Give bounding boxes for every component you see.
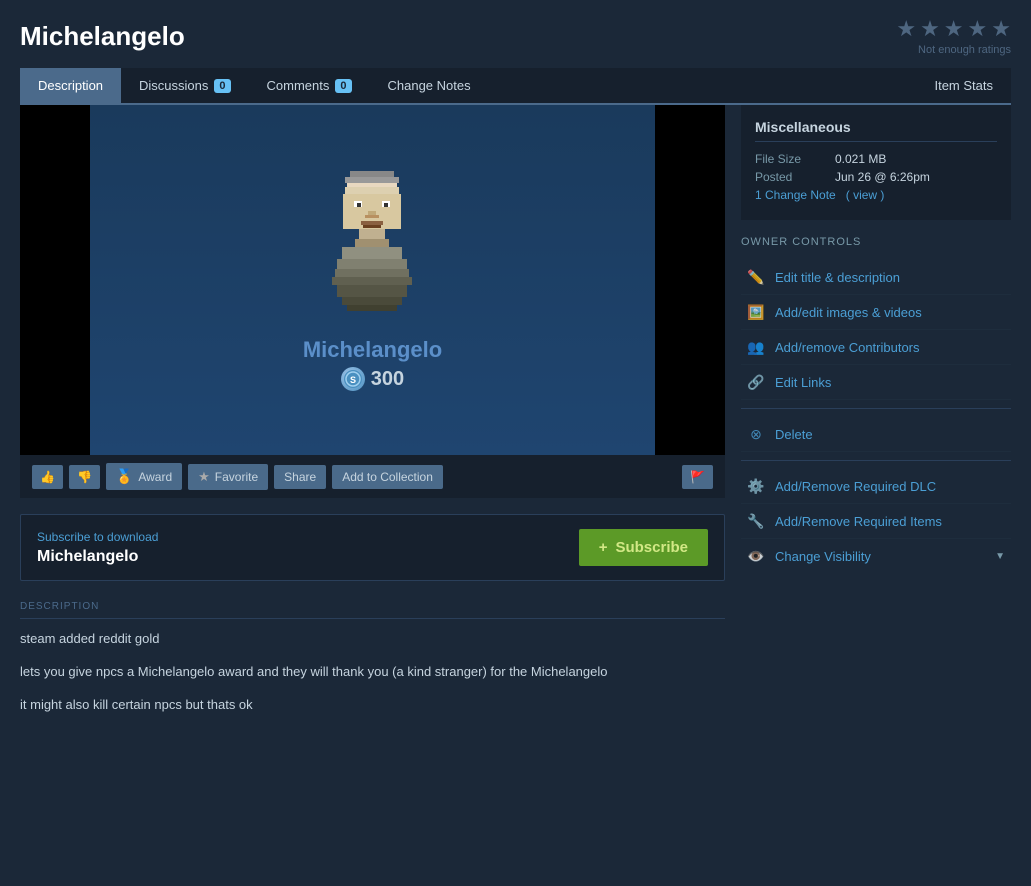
- discussions-badge: 0: [214, 79, 230, 93]
- change-note-row: 1 Change Note ( view ): [755, 188, 997, 202]
- owner-controls-title: OWNER CONTROLS: [741, 236, 1011, 248]
- description-para-1: steam added reddit gold: [20, 629, 725, 650]
- star-rating: ★ ★ ★ ★ ★ Not enough ratings: [896, 16, 1011, 56]
- svg-text:S: S: [350, 375, 356, 385]
- thumbs-up-icon: 👍: [40, 470, 55, 484]
- thumbs-down-button[interactable]: 👎: [69, 465, 100, 489]
- star-2: ★: [920, 16, 940, 42]
- star-5: ★: [991, 16, 1011, 42]
- tab-bar: Description Discussions 0 Comments 0 Cha…: [20, 68, 1011, 105]
- tab-discussions[interactable]: Discussions 0: [121, 68, 248, 103]
- contributors-button[interactable]: 👥 Add/remove Contributors: [741, 330, 1011, 365]
- tab-change-notes[interactable]: Change Notes: [370, 68, 489, 103]
- file-size-label: File Size: [755, 152, 825, 166]
- required-items-icon: 🔧: [747, 512, 765, 530]
- award-button[interactable]: 🏅 Award: [106, 463, 182, 490]
- posted-row: Posted Jun 26 @ 6:26pm: [755, 170, 997, 184]
- preview-caption: Michelangelo: [303, 337, 442, 363]
- description-section: DESCRIPTION steam added reddit gold lets…: [20, 601, 725, 743]
- page-wrapper: Michelangelo ★ ★ ★ ★ ★ Not enough rating…: [0, 0, 1031, 759]
- award-icon: 🏅: [116, 468, 133, 485]
- comments-badge: 0: [335, 79, 351, 93]
- section-divider-2: [741, 460, 1011, 461]
- description-para-2: lets you give npcs a Michelangelo award …: [20, 662, 725, 683]
- subscribe-name: Michelangelo: [37, 548, 158, 566]
- subscribe-info: Subscribe to download Michelangelo: [37, 530, 158, 566]
- delete-button[interactable]: ⊗ Delete: [741, 417, 1011, 452]
- add-to-collection-button[interactable]: Add to Collection: [332, 465, 443, 489]
- visibility-icon: 👁️: [747, 547, 765, 565]
- chevron-down-icon: ▼: [995, 551, 1005, 562]
- misc-panel: Miscellaneous File Size 0.021 MB Posted …: [741, 105, 1011, 220]
- thumbs-up-button[interactable]: 👍: [32, 465, 63, 489]
- images-icon: 🖼️: [747, 303, 765, 321]
- black-side-right: [655, 105, 725, 455]
- subscribe-button[interactable]: + Subscribe: [579, 529, 708, 566]
- page-header: Michelangelo ★ ★ ★ ★ ★ Not enough rating…: [20, 16, 1011, 56]
- preview-container: Michelangelo S 300: [20, 105, 725, 498]
- links-icon: 🔗: [747, 373, 765, 391]
- misc-title: Miscellaneous: [755, 119, 997, 142]
- add-images-button[interactable]: 🖼️ Add/edit images & videos: [741, 295, 1011, 330]
- share-button[interactable]: Share: [274, 465, 326, 489]
- tab-item-stats[interactable]: Item Stats: [916, 68, 1011, 103]
- star-1: ★: [896, 16, 916, 42]
- favorite-button[interactable]: ★ Favorite: [188, 464, 268, 490]
- subscribe-area: Subscribe to download Michelangelo + Sub…: [20, 514, 725, 581]
- section-divider-1: [741, 408, 1011, 409]
- description-label: DESCRIPTION: [20, 601, 725, 619]
- edit-title-button[interactable]: ✏️ Edit title & description: [741, 260, 1011, 295]
- left-column: Michelangelo S 300: [20, 105, 725, 743]
- file-size-row: File Size 0.021 MB: [755, 152, 997, 166]
- posted-value: Jun 26 @ 6:26pm: [835, 170, 930, 184]
- points-value: 300: [371, 368, 404, 391]
- action-bar: 👍 👎 🏅 Award ★ Favorite Share: [20, 455, 725, 498]
- change-note-view-link[interactable]: ( view ): [846, 188, 885, 202]
- bust-svg: [317, 169, 427, 329]
- description-para-3: it might also kill certain npcs but that…: [20, 695, 725, 716]
- content-area: Michelangelo S 300: [20, 105, 1011, 743]
- flag-icon: 🚩: [690, 470, 705, 484]
- star-3: ★: [944, 16, 964, 42]
- thumbs-down-icon: 👎: [77, 470, 92, 484]
- star-4: ★: [968, 16, 988, 42]
- required-items-button[interactable]: 🔧 Add/Remove Required Items: [741, 504, 1011, 539]
- required-dlc-button[interactable]: ⚙️ Add/Remove Required DLC: [741, 469, 1011, 504]
- preview-mid: Michelangelo S 300: [90, 105, 655, 455]
- preview-content: Michelangelo S 300: [303, 169, 442, 391]
- star-icon: ★: [198, 469, 210, 485]
- subscribe-label: Subscribe to download: [37, 530, 158, 544]
- subscribe-plus-icon: +: [599, 539, 608, 556]
- change-note-view: ( view ): [846, 188, 885, 202]
- delete-icon: ⊗: [747, 425, 765, 443]
- tab-comments[interactable]: Comments 0: [249, 68, 370, 103]
- tab-description[interactable]: Description: [20, 68, 121, 103]
- right-column: Miscellaneous File Size 0.021 MB Posted …: [741, 105, 1011, 743]
- edit-icon: ✏️: [747, 268, 765, 286]
- dlc-icon: ⚙️: [747, 477, 765, 495]
- stars-container: ★ ★ ★ ★ ★: [896, 16, 1011, 42]
- flag-button[interactable]: 🚩: [682, 465, 713, 489]
- owner-controls: OWNER CONTROLS ✏️ Edit title & descripti…: [741, 236, 1011, 573]
- description-text: steam added reddit gold lets you give np…: [20, 629, 725, 715]
- preview-points: S 300: [341, 367, 404, 391]
- preview-wrapper: Michelangelo S 300: [20, 105, 725, 455]
- contributors-icon: 👥: [747, 338, 765, 356]
- file-size-value: 0.021 MB: [835, 152, 886, 166]
- steam-coin-icon: S: [341, 367, 365, 391]
- change-note-link[interactable]: 1 Change Note: [755, 188, 836, 202]
- change-visibility-button[interactable]: 👁️ Change Visibility ▼: [741, 539, 1011, 573]
- black-side-left: [20, 105, 90, 455]
- page-title: Michelangelo: [20, 21, 185, 52]
- edit-links-button[interactable]: 🔗 Edit Links: [741, 365, 1011, 400]
- rating-text: Not enough ratings: [918, 44, 1011, 56]
- posted-label: Posted: [755, 170, 825, 184]
